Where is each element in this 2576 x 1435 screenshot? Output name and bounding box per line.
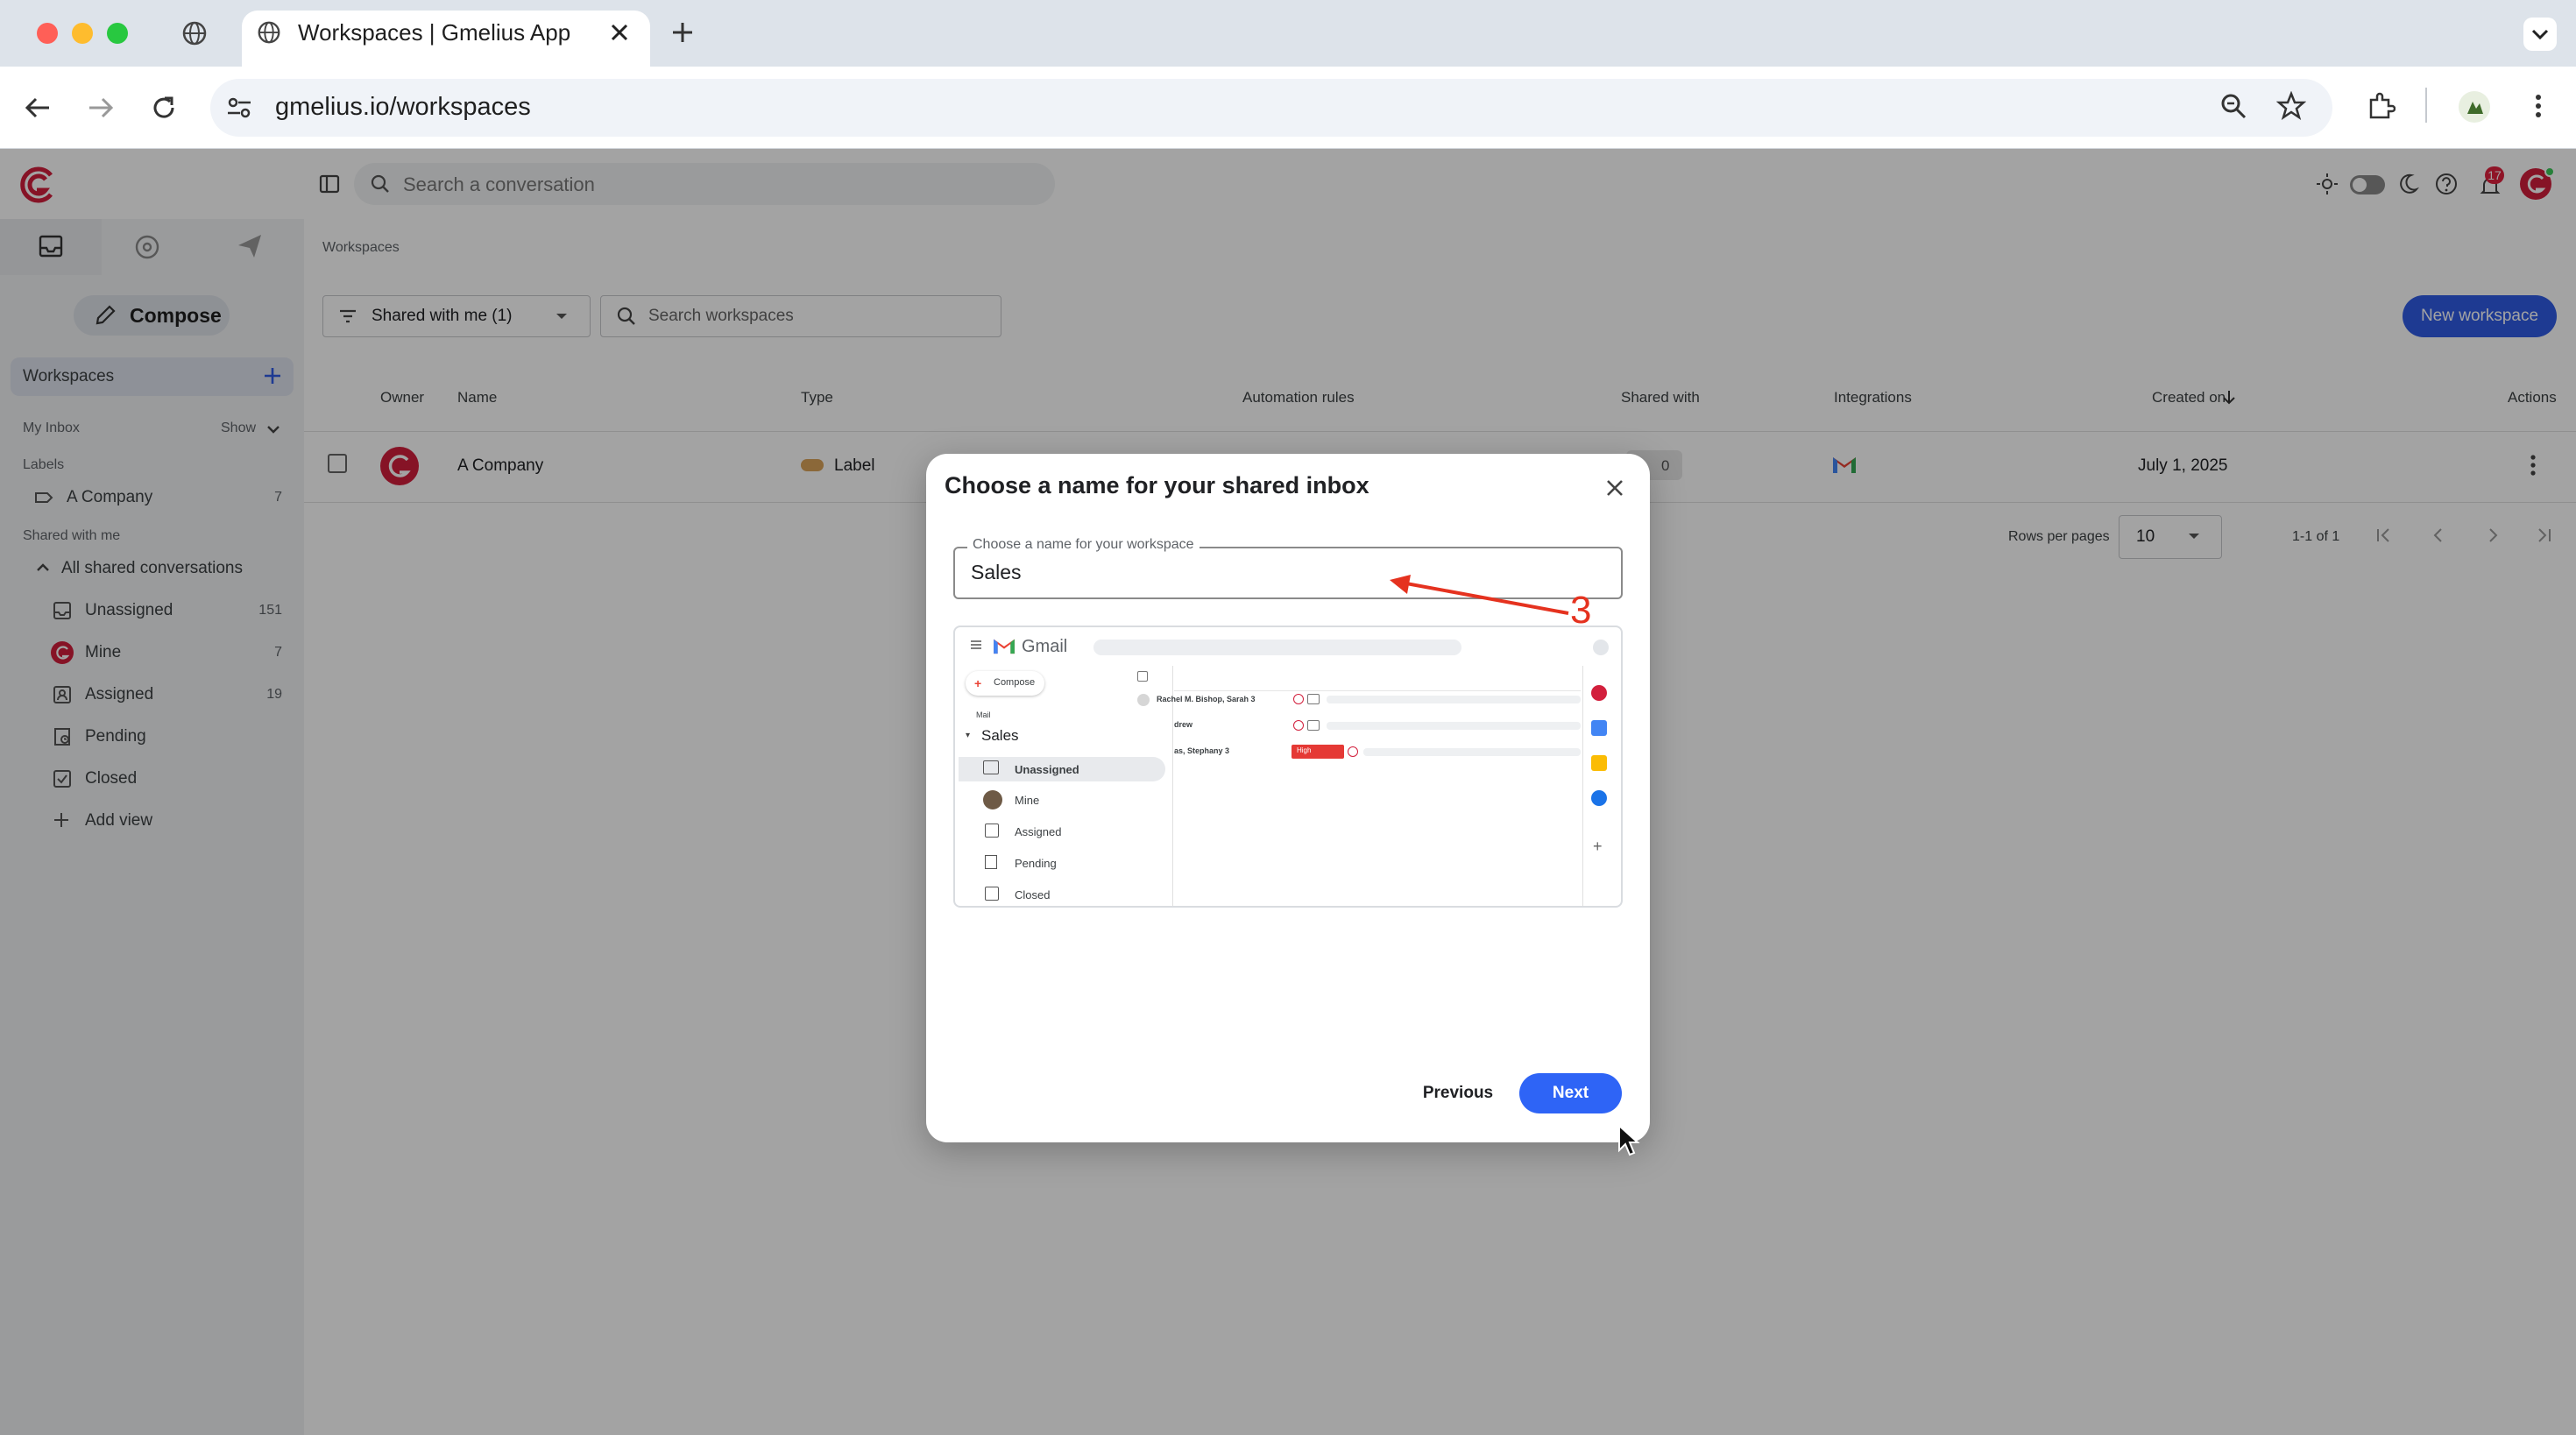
preview-search-bar [1093,640,1461,655]
preview-row-2-note-icon [1307,720,1320,731]
annotation-step-number: 3 [1570,589,1592,632]
preview-row-2-gmelius-icon [1293,720,1304,731]
preview-row-1-sender: Rachel M. Bishop, Sarah 3 [1157,695,1256,703]
mouse-cursor-icon [1617,1124,1640,1157]
preview-item-closed: Closed [1015,888,1051,901]
gmail-preview-illustration: Gmail + Compose Mail Sales ▾ Unassigned … [953,626,1623,908]
preview-right-divider [1582,666,1583,906]
preview-row-line [1174,690,1581,691]
dialog-title: Choose a name for your shared inbox [945,472,1369,498]
profile-avatar[interactable] [2459,91,2490,123]
preview-row-1-snippet [1327,696,1581,703]
preview-row-3-snippet [1363,748,1581,756]
preview-hamburger-icon [969,638,983,652]
extensions-icon[interactable] [2366,91,2396,121]
close-window-button[interactable] [37,23,58,44]
preview-avatar [1593,640,1609,655]
preview-row-1-note-icon [1307,694,1320,704]
preview-select-all-checkbox [1137,671,1148,682]
preview-row-1-gmelius-icon [1293,694,1304,704]
globe-icon[interactable] [180,19,209,47]
site-settings-icon[interactable] [224,93,254,123]
preview-row-2-sender: drew [1174,720,1193,729]
preview-row-2-snippet [1327,722,1581,730]
preview-unassigned-icon [983,760,999,774]
preview-item-mine: Mine [1015,794,1040,807]
zoom-icon[interactable] [2219,91,2248,121]
preview-side-tasks-icon [1591,790,1607,806]
tab-search-button[interactable] [2523,18,2557,51]
back-icon[interactable] [23,93,53,123]
preview-gmail-logo-icon [992,636,1016,655]
preview-compose-label: Compose [994,677,1036,688]
previous-button[interactable]: Previous [1416,1074,1500,1113]
preview-plus-icon: + [974,676,982,690]
preview-app-name: Gmail [1022,637,1068,656]
preview-row-3-sender: as, Stephany 3 [1174,746,1230,755]
preview-closed-icon [985,887,999,901]
url-text[interactable]: gmelius.io/workspaces [275,93,531,122]
preview-priority-tag-label: High [1297,746,1312,754]
browser-menu-icon[interactable] [2523,91,2553,121]
preview-caret-icon: ▾ [966,731,971,740]
workspace-name-legend: Choose a name for your workspace [967,537,1200,553]
new-tab-icon[interactable] [669,19,696,46]
minimize-window-button[interactable] [72,23,93,44]
preview-item-assigned: Assigned [1015,825,1062,838]
preview-mine-avatar [983,790,1002,809]
forward-icon[interactable] [86,93,116,123]
close-dialog-icon[interactable] [1600,473,1630,503]
preview-mail-label: Mail [976,710,991,719]
bookmark-star-icon[interactable] [2276,91,2306,121]
preview-side-calendar-icon [1591,720,1607,736]
preview-item-unassigned: Unassigned [1015,763,1079,776]
preview-side-add-icon: + [1593,838,1603,855]
reload-icon[interactable] [149,93,179,123]
toolbar-divider [2425,88,2427,123]
close-tab-icon[interactable] [608,21,631,44]
preview-item-pending: Pending [1015,857,1057,870]
preview-row-3-gmelius-icon [1348,746,1358,757]
annotation-arrow-icon [1384,568,1577,620]
tab-globe-icon [256,19,282,46]
preview-group-label: Sales [981,727,1019,744]
maximize-window-button[interactable] [107,23,128,44]
preview-side-gmelius-icon [1591,685,1607,701]
tab-title: Workspaces | Gmelius App [298,19,571,46]
next-button[interactable]: Next [1519,1073,1622,1113]
preview-assigned-icon [985,824,999,838]
preview-pending-icon [985,855,997,869]
preview-row-avatar [1137,694,1150,706]
preview-side-keep-icon [1591,755,1607,771]
